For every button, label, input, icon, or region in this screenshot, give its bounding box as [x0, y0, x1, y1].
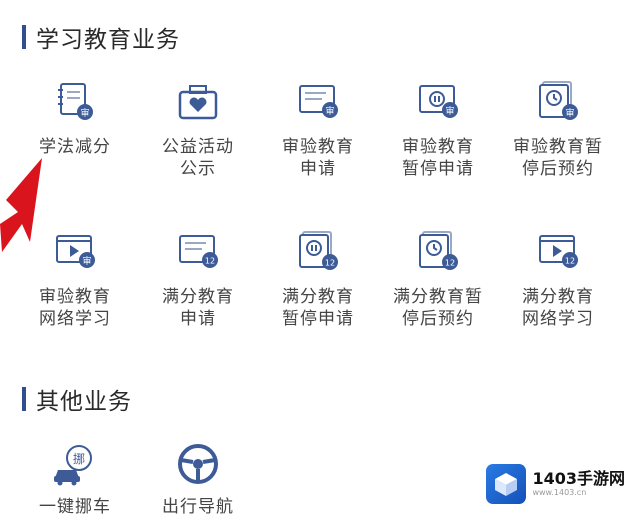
- section-title-text: 学习教育业务: [36, 27, 180, 53]
- steering-wheel-icon: [172, 440, 224, 488]
- briefcase-heart-icon: [172, 80, 224, 128]
- item-label: 审验教育 网络学习: [39, 287, 111, 329]
- svg-text:审: 审: [325, 105, 334, 117]
- watermark-url: www.1403.cn: [532, 488, 587, 497]
- svg-text:审: 审: [82, 255, 91, 267]
- item-label: 审验教育 申请: [282, 137, 354, 179]
- section-title-study: 学习教育业务: [22, 20, 180, 54]
- item-label: 满分教育 申请: [162, 287, 234, 329]
- item-study-reduce-points[interactable]: 审 学法减分: [20, 80, 130, 158]
- notebook-icon: 审: [49, 80, 101, 128]
- item-label: 公益活动 公示: [162, 137, 234, 179]
- svg-text:审: 审: [80, 107, 89, 119]
- svg-text:12: 12: [445, 259, 455, 268]
- watermark-name: 1403手游网: [532, 469, 625, 488]
- svg-text:审: 审: [565, 107, 574, 119]
- section-title-text: 其他业务: [36, 389, 132, 415]
- document-12-icon: 12: [172, 230, 224, 278]
- clock-document-12-icon: 12: [412, 230, 464, 278]
- item-full-edu-pause[interactable]: 12 满分教育 暂停申请: [263, 230, 373, 330]
- section-title-other: 其他业务: [22, 382, 132, 416]
- svg-text:审: 审: [445, 105, 454, 117]
- move-car-icon: 挪: [49, 440, 101, 488]
- svg-text:12: 12: [325, 259, 335, 268]
- item-label: 一键挪车: [39, 497, 111, 517]
- cube-logo-icon: [486, 464, 527, 504]
- item-label: 审验教育 暂停申请: [402, 137, 474, 179]
- item-label: 审验教育暂 停后预约: [513, 137, 603, 179]
- svg-text:12: 12: [565, 257, 575, 266]
- item-navigation[interactable]: 出行导航: [143, 440, 253, 518]
- item-review-edu-apply[interactable]: 审 审验教育 申请: [263, 80, 373, 180]
- item-full-edu-online[interactable]: 12 满分教育 网络学习: [503, 230, 613, 330]
- document-badge-icon: 审: [292, 80, 344, 128]
- item-label: 满分教育暂 停后预约: [393, 287, 483, 329]
- item-full-edu-apply[interactable]: 12 满分教育 申请: [143, 230, 253, 330]
- red-arrow-annotation: [0, 150, 48, 264]
- item-review-edu-pause[interactable]: 审 审验教育 暂停申请: [383, 80, 493, 180]
- clock-document-icon: 审: [532, 80, 584, 128]
- pause-document-12-icon: 12: [292, 230, 344, 278]
- video-document-12-icon: 12: [532, 230, 584, 278]
- watermark: 1403手游网 www.1403.cn: [486, 464, 625, 504]
- item-label: 满分教育 暂停申请: [282, 287, 354, 329]
- item-move-car[interactable]: 挪 一键挪车: [20, 440, 130, 518]
- item-label: 出行导航: [162, 497, 234, 517]
- item-label: 满分教育 网络学习: [522, 287, 594, 329]
- pause-document-icon: 审: [412, 80, 464, 128]
- svg-text:12: 12: [205, 257, 215, 266]
- svg-text:挪: 挪: [73, 452, 85, 466]
- item-public-activity[interactable]: 公益活动 公示: [143, 80, 253, 180]
- item-review-edu-appointment[interactable]: 审 审验教育暂 停后预约: [503, 80, 613, 180]
- item-full-edu-appointment[interactable]: 12 满分教育暂 停后预约: [383, 230, 493, 330]
- video-document-icon: 审: [49, 230, 101, 278]
